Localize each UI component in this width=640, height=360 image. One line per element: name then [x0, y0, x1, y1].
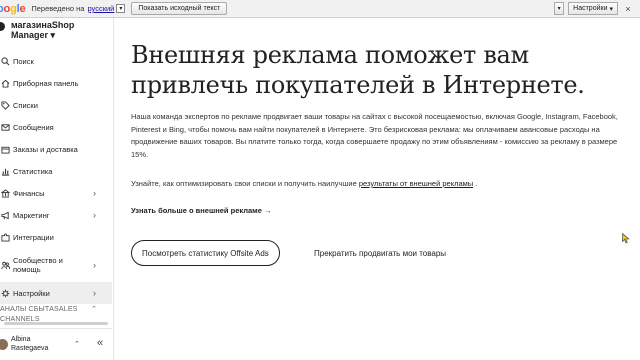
sidebar-item-label: Поиск — [13, 56, 34, 66]
sidebar-item-label: Интеграции — [13, 232, 54, 242]
sidebar-item-label: Сообщество и помощь — [13, 256, 63, 274]
avatar — [0, 339, 8, 350]
sidebar-nav: Поиск Приборная панель Списки Сообщения … — [0, 50, 112, 304]
page-title: Внешняя реклама поможет вам привлечь пок… — [131, 41, 585, 99]
bank-icon — [1, 188, 10, 198]
chevron-up-icon[interactable]: ⌃ — [91, 305, 97, 313]
box-icon — [1, 145, 10, 154]
shop-name: магазинаShop — [11, 20, 75, 30]
sidebar-scrollbar[interactable] — [4, 322, 108, 325]
sidebar-item-community[interactable]: Сообщество и помощь › — [0, 248, 112, 282]
search-icon — [1, 56, 10, 66]
sidebar-item-messages[interactable]: Сообщения — [0, 116, 112, 138]
home-icon — [1, 79, 10, 88]
sidebar-item-stats[interactable]: Статистика — [0, 160, 112, 182]
settings-label: Настройки — [573, 5, 608, 12]
sidebar-item-search[interactable]: Поиск — [0, 50, 112, 72]
sidebar-item-label: Сообщения — [13, 122, 54, 132]
show-original-button[interactable]: Показать исходный текст — [131, 2, 228, 15]
sidebar-item-finances[interactable]: Финансы › — [0, 182, 112, 204]
optimize-text-suffix: . — [475, 179, 478, 188]
language-link[interactable]: русский — [87, 4, 114, 13]
sidebar-item-label: Маркетинг — [13, 210, 50, 220]
optimize-text: Узнайте, как оптимизировать свои списки … — [131, 179, 621, 188]
people-icon — [1, 261, 10, 270]
sidebar-item-label: Приборная панель — [13, 78, 79, 88]
sidebar-item-label: Финансы — [13, 188, 45, 198]
sidebar-item-dashboard[interactable]: Приборная панель — [0, 72, 112, 94]
user-last-name: Rastegaeva — [11, 345, 49, 352]
translate-settings-button[interactable]: Настройки ▾ — [568, 2, 618, 15]
collapse-sidebar-icon[interactable]: « — [97, 337, 103, 349]
chevron-up-icon: ⌃ — [74, 341, 80, 348]
sidebar-item-label: Заказы и доставка — [13, 144, 78, 154]
user-first-name: Albina — [11, 336, 31, 343]
main-content: Внешняя реклама поможет вам привлечь пок… — [115, 18, 640, 360]
sidebar-item-label: Статистика — [13, 166, 53, 176]
user-menu[interactable]: Albina Rastegaeva ⌃ « — [0, 328, 112, 360]
puzzle-icon — [1, 232, 10, 242]
sidebar-item-orders[interactable]: Заказы и доставка — [0, 138, 112, 160]
sidebar-item-label: Списки — [13, 100, 38, 110]
language-dropdown-icon[interactable]: ▾ — [116, 4, 126, 13]
sidebar-item-marketing[interactable]: Маркетинг › — [0, 204, 112, 226]
tag-icon — [1, 100, 10, 110]
offsite-ads-results-link[interactable]: результаты от внешней рекламы — [359, 179, 473, 188]
chevron-right-icon: › — [93, 288, 96, 298]
shop-switcher[interactable]: магазинаShop Manager ▾ — [0, 20, 112, 42]
mail-icon — [1, 123, 10, 132]
chevron-down-icon: ▾ — [609, 5, 613, 13]
sidebar-item-integrations[interactable]: Интеграции — [0, 226, 112, 248]
chevron-right-icon: › — [93, 210, 96, 220]
shop-avatar — [0, 22, 5, 31]
offsite-ads-description: Наша команда экспертов по рекламе продви… — [131, 112, 618, 159]
megaphone-icon — [1, 211, 10, 220]
shop-manager-label: Manager ▾ — [11, 30, 56, 40]
sidebar: магазинаShop Manager ▾ Поиск Приборная п… — [0, 18, 114, 360]
translated-to-text: Переведено на — [31, 4, 85, 13]
google-logo: oogle — [0, 2, 26, 15]
chevron-right-icon: › — [93, 260, 96, 270]
chevron-right-icon: › — [93, 188, 96, 198]
chart-icon — [1, 167, 10, 176]
close-icon[interactable]: × — [622, 2, 634, 15]
stop-promoting-button[interactable]: Прекратить продвигать мои товары — [314, 240, 446, 266]
view-stats-button[interactable]: Посмотреть статистику Offsite Ads — [131, 240, 280, 266]
translate-dropdown-icon[interactable]: ▾ — [554, 2, 565, 15]
sidebar-item-listings[interactable]: Списки — [0, 94, 112, 116]
learn-more-link[interactable]: Узнать больше о внешней рекламе → — [131, 206, 271, 215]
sidebar-item-settings[interactable]: Настройки › — [0, 282, 112, 304]
mouse-cursor-icon — [622, 233, 630, 244]
gear-icon — [1, 289, 10, 298]
optimize-text-prefix: Узнайте, как оптимизировать свои списки … — [131, 179, 357, 188]
translate-bar: oogle Переведено на русский ▾ Показать и… — [0, 0, 640, 18]
sidebar-item-label: Настройки — [13, 288, 50, 298]
